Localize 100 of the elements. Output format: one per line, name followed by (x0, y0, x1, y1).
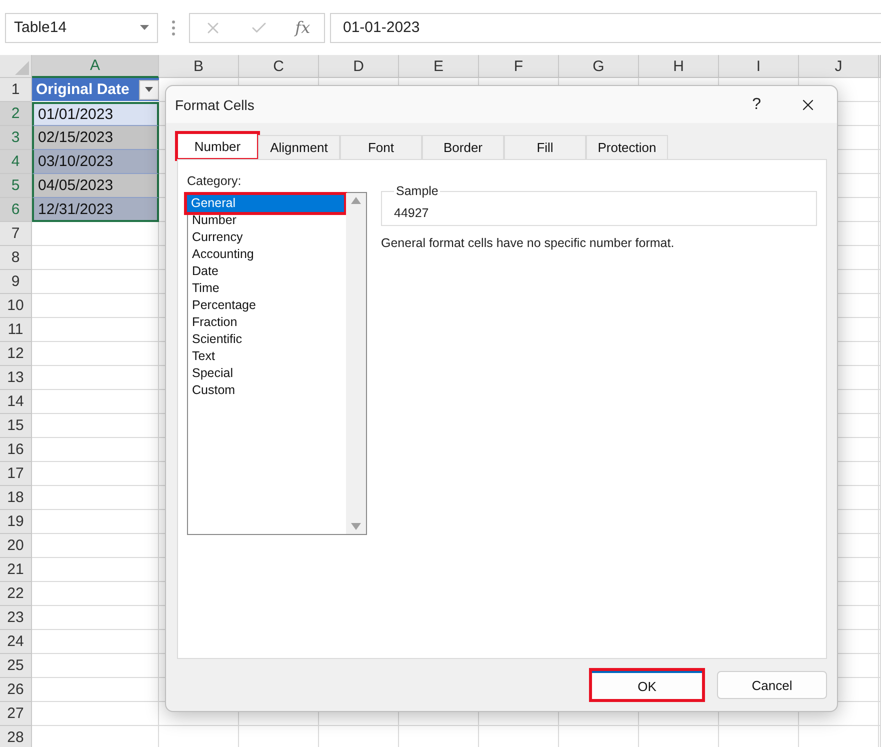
row-header[interactable]: 7 (0, 222, 32, 246)
grid-cell[interactable] (32, 318, 159, 342)
grid-cell[interactable] (879, 222, 881, 246)
row-header[interactable]: 21 (0, 558, 32, 582)
scroll-up-icon[interactable] (351, 197, 361, 204)
grid-cell[interactable] (879, 294, 881, 318)
grid-cell[interactable] (879, 78, 881, 102)
category-item[interactable]: Number (188, 212, 346, 229)
grid-cell[interactable] (879, 270, 881, 294)
help-button[interactable]: ? (752, 96, 761, 114)
grid-cell[interactable] (879, 390, 881, 414)
column-header[interactable]: I (719, 55, 799, 78)
category-item[interactable]: Accounting (188, 246, 346, 263)
tab[interactable]: Number (177, 133, 258, 159)
grid-cell[interactable] (879, 558, 881, 582)
column-header[interactable]: G (559, 55, 639, 78)
grid-cell[interactable] (32, 486, 159, 510)
category-list[interactable]: General Number Currency Accounting Date Time Percentage Fraction Scientific Text Special Custom (187, 192, 367, 535)
category-item[interactable]: General (187, 195, 344, 212)
row-header[interactable]: 24 (0, 630, 32, 654)
grid-cell[interactable] (32, 534, 159, 558)
scroll-down-icon[interactable] (351, 523, 361, 530)
category-item[interactable]: Custom (188, 382, 346, 399)
row-header[interactable]: 18 (0, 486, 32, 510)
grid-cell[interactable] (879, 702, 881, 726)
row-header[interactable]: 2 (0, 102, 32, 126)
grid-cell[interactable] (879, 366, 881, 390)
ok-button[interactable]: OK (592, 671, 702, 699)
category-item[interactable]: Scientific (188, 331, 346, 348)
row-header[interactable]: 12 (0, 342, 32, 366)
row-header[interactable]: 13 (0, 366, 32, 390)
grid-cell[interactable] (32, 366, 159, 390)
row-header[interactable]: 27 (0, 702, 32, 726)
row-header[interactable]: 28 (0, 726, 32, 747)
grid-cell[interactable] (879, 198, 881, 222)
grid-cell[interactable] (879, 342, 881, 366)
row-header[interactable]: 9 (0, 270, 32, 294)
grid-cell[interactable] (32, 654, 159, 678)
row-header[interactable]: 1 (0, 78, 32, 102)
category-item[interactable]: Time (188, 280, 346, 297)
grid-cell[interactable] (879, 102, 881, 126)
tab[interactable]: Fill (504, 135, 586, 159)
grid-cell[interactable] (32, 390, 159, 414)
row-header[interactable]: 22 (0, 582, 32, 606)
category-item[interactable]: Fraction (188, 314, 346, 331)
grid-cell[interactable] (879, 606, 881, 630)
category-item[interactable]: Text (188, 348, 346, 365)
column-header[interactable]: C (239, 55, 319, 78)
grid-cell[interactable] (32, 438, 159, 462)
grid-cell[interactable] (32, 510, 159, 534)
column-header[interactable]: J (799, 55, 879, 78)
tab[interactable]: Font (340, 135, 422, 159)
row-header[interactable]: 16 (0, 438, 32, 462)
grid-cell[interactable] (32, 342, 159, 366)
name-box[interactable]: Table14 (5, 12, 158, 42)
grid-cell[interactable] (32, 246, 159, 270)
insert-function-button[interactable]: fx (295, 18, 310, 37)
grid-cell[interactable] (879, 678, 881, 702)
grid-cell[interactable] (879, 486, 881, 510)
tab[interactable]: Border (422, 135, 504, 159)
category-item[interactable]: Special (188, 365, 346, 382)
row-header[interactable]: 26 (0, 678, 32, 702)
grid-cell[interactable] (32, 702, 159, 726)
grid-cell[interactable] (32, 558, 159, 582)
column-header[interactable]: E (399, 55, 479, 78)
tab[interactable]: Alignment (258, 135, 340, 159)
row-header[interactable]: 19 (0, 510, 32, 534)
tab[interactable]: Protection (586, 135, 668, 159)
grid-cell[interactable] (879, 246, 881, 270)
grid-cell[interactable] (879, 174, 881, 198)
row-header[interactable]: 15 (0, 414, 32, 438)
category-item[interactable]: Date (188, 263, 346, 280)
row-header[interactable]: 23 (0, 606, 32, 630)
row-header[interactable]: 20 (0, 534, 32, 558)
row-header[interactable]: 11 (0, 318, 32, 342)
column-header[interactable]: D (319, 55, 399, 78)
column-header[interactable]: H (639, 55, 719, 78)
grid-cell[interactable] (32, 606, 159, 630)
row-header[interactable]: 25 (0, 654, 32, 678)
column-header[interactable]: B (159, 55, 239, 78)
scrollbar[interactable] (346, 193, 366, 534)
row-header[interactable]: 5 (0, 174, 32, 198)
row-header[interactable]: 17 (0, 462, 32, 486)
grid-cell[interactable] (32, 630, 159, 654)
grid-cell[interactable] (32, 414, 159, 438)
formula-field[interactable]: 01-01-2023 (330, 12, 881, 42)
column-header[interactable]: A (32, 55, 159, 78)
grid-cell[interactable] (32, 678, 159, 702)
grid-cell[interactable] (32, 294, 159, 318)
grid-cell[interactable] (879, 126, 881, 150)
select-all-icon[interactable] (15, 61, 29, 75)
cancel-button[interactable]: Cancel (717, 671, 827, 699)
grid-cell[interactable] (32, 462, 159, 486)
row-header[interactable]: 4 (0, 150, 32, 174)
category-item[interactable]: Currency (188, 229, 346, 246)
row-header[interactable]: 10 (0, 294, 32, 318)
grid-cell[interactable] (879, 414, 881, 438)
row-header[interactable]: 3 (0, 126, 32, 150)
grid-cell[interactable] (879, 510, 881, 534)
row-header[interactable]: 8 (0, 246, 32, 270)
